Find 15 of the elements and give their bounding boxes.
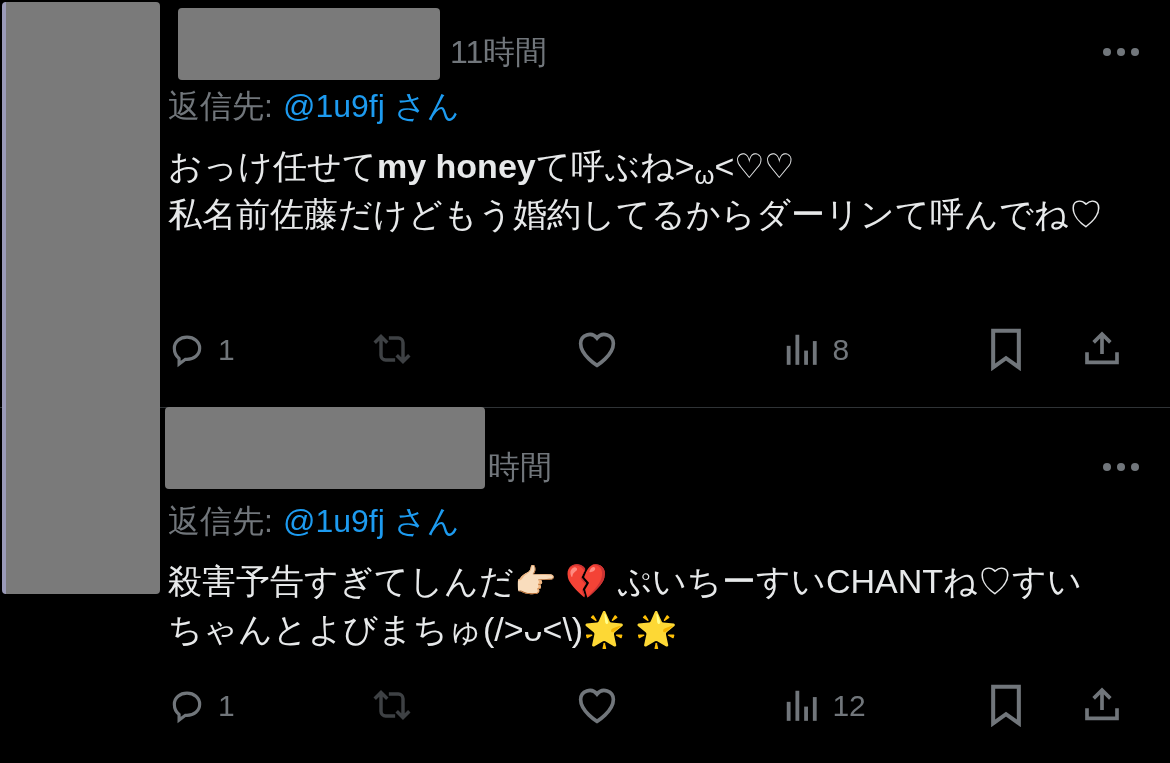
timestamp: 11時間: [450, 33, 548, 72]
mention-link[interactable]: @1u9fj さん: [282, 82, 460, 130]
mention-link[interactable]: @1u9fj さん: [282, 497, 460, 545]
timestamp: 時間: [488, 448, 552, 487]
count: 12: [832, 687, 866, 724]
tweet-text: 私名前佐藤だけどもう婚約してるからダーリンて呼んでね♡: [168, 194, 1104, 235]
count: 1: [218, 687, 235, 724]
reply-to-label: 返信先:: [168, 502, 273, 541]
tweet-text: おっけ任せてmy honeyて呼ぶね>$_{ω}$<♡♡: [168, 146, 796, 190]
reply-to-label: 返信先:: [168, 87, 273, 126]
count: 1: [218, 331, 235, 368]
count: 8: [832, 331, 850, 368]
more-icon[interactable]: [1102, 462, 1140, 472]
more-icon[interactable]: [1102, 47, 1140, 57]
tweet-text: 殺害予告すぎてしんだ👉🏻 💔 ぷいちーすいCHANTね♡すいちゃんとよびまちゅ(/>ᴗ<\)🌟 🌟: [168, 561, 1083, 651]
